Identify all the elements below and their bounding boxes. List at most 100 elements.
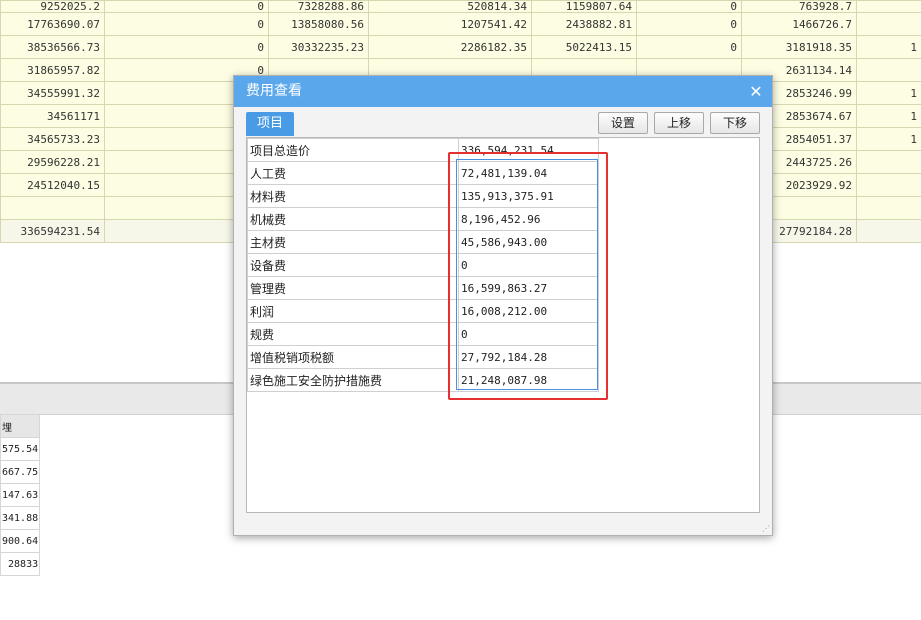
table-cell[interactable]: 9252025.2 [0,0,105,13]
table-cell[interactable]: 34565733.23 [0,127,105,151]
column-header: 埋 [0,414,41,438]
table-cell[interactable]: 2286182.35 [368,35,532,59]
cost-item-name: 材料费 [247,184,459,208]
cost-item-name: 主材费 [247,230,459,254]
table-row: 341.88 [0,506,41,530]
cost-item-name: 利润 [247,299,459,323]
table-cell[interactable]: 38536566.73 [0,35,105,59]
cost-item-name: 设备费 [247,253,459,277]
table-cell[interactable]: 0 [636,35,742,59]
table-cell[interactable]: 0 [636,12,742,36]
table-cell[interactable]: 667.75 [0,460,41,484]
table-cell[interactable]: 341.88 [0,506,41,530]
table-row: 667.75 [0,460,41,484]
table-row: 17763690.07 0 13858080.56 1207541.42 2438882… [0,12,921,36]
table-cell[interactable]: 575.54 [0,437,41,461]
cost-row[interactable]: 增值税销项税额 27,792,184.28 [247,345,599,369]
table-cell[interactable]: 1 [856,35,921,59]
cost-item-value[interactable]: 27,792,184.28 [458,345,599,369]
table-cell[interactable]: 0 [104,35,269,59]
table-cell[interactable]: 34561171 [0,104,105,128]
table-cell[interactable]: 3181918.35 [741,35,857,59]
cost-item-value[interactable]: 45,586,943.00 [458,230,599,254]
cost-item-name: 项目总造价 [247,138,459,162]
cost-item-value[interactable]: 8,196,452.96 [458,207,599,231]
cost-item-name: 规费 [247,322,459,346]
cost-row[interactable]: 利润 16,008,212.00 [247,299,599,323]
cost-item-value[interactable]: 0 [458,322,599,346]
table-cell[interactable] [856,196,921,220]
cost-row[interactable]: 机械费 8,196,452.96 [247,207,599,231]
cost-item-name: 管理费 [247,276,459,300]
table-cell[interactable]: 30332235.23 [268,35,369,59]
table-cell[interactable]: 2438882.81 [531,12,637,36]
dialog-title: 费用查看 [246,83,302,99]
table-cell[interactable] [856,150,921,174]
table-cell[interactable]: 900.64 [0,529,41,553]
table-row: 28833 [0,552,41,576]
table-cell[interactable]: 28833 [0,552,41,576]
cost-item-value[interactable]: 336,594,231.54 [458,138,599,162]
table-cell[interactable]: 34555991.32 [0,81,105,105]
cost-item-name: 机械费 [247,207,459,231]
table-cell[interactable] [0,196,105,220]
cost-view-dialog: 费用查看 ✕ 项目 设置 上移 下移 项目总造价 336,594,231.54 人工… [233,75,773,536]
table-cell[interactable]: 1207541.42 [368,12,532,36]
table-row: 900.64 [0,529,41,553]
move-up-button[interactable]: 上移 [654,112,704,134]
table-cell[interactable]: 520814.34 [368,0,532,13]
cost-row[interactable]: 材料费 135,913,375.91 [247,184,599,208]
table-cell[interactable]: 31865957.82 [0,58,105,82]
settings-button[interactable]: 设置 [598,112,648,134]
table-row: 9252025.2 0 7328288.86 520814.34 1159807.64 0… [0,0,921,13]
cost-row[interactable]: 绿色施工安全防护措施费 21,248,087.98 [247,368,599,392]
table-row: 147.63 [0,483,41,507]
cost-item-name: 绿色施工安全防护措施费 [247,368,459,392]
table-cell[interactable]: 0 [104,0,269,13]
cost-item-value[interactable]: 16,599,863.27 [458,276,599,300]
cost-item-value[interactable]: 0 [458,253,599,277]
table-cell[interactable]: 17763690.07 [0,12,105,36]
cost-item-name: 增值税销项税额 [247,345,459,369]
table-cell[interactable]: 1466726.7 [741,12,857,36]
cost-row[interactable]: 管理费 16,599,863.27 [247,276,599,300]
table-cell[interactable]: 147.63 [0,483,41,507]
table-cell[interactable]: 1 [856,81,921,105]
table-cell[interactable]: 0 [104,12,269,36]
table-cell[interactable] [856,219,921,243]
table-cell[interactable]: 1 [856,127,921,151]
cost-row[interactable]: 项目总造价 336,594,231.54 [247,138,599,162]
table-cell[interactable]: 29596228.21 [0,150,105,174]
cost-row[interactable]: 人工费 72,481,139.04 [247,161,599,185]
dialog-title-bar[interactable]: 费用查看 ✕ [234,76,772,107]
cost-grid: 项目总造价 336,594,231.54 人工费 72,481,139.04 材料费 13… [247,138,599,392]
cost-row[interactable]: 规费 0 [247,322,599,346]
cost-row[interactable]: 主材费 45,586,943.00 [247,230,599,254]
table-cell[interactable]: 1 [856,104,921,128]
cost-row[interactable]: 设备费 0 [247,253,599,277]
table-cell[interactable]: 1159807.64 [531,0,637,13]
move-down-button[interactable]: 下移 [710,112,760,134]
cost-grid-container[interactable]: 项目总造价 336,594,231.54 人工费 72,481,139.04 材料费 13… [246,137,760,513]
table-cell[interactable]: 763928.7 [741,0,857,13]
table-cell[interactable]: 13858080.56 [268,12,369,36]
close-icon[interactable]: ✕ [748,76,764,107]
cost-item-value[interactable]: 72,481,139.04 [458,161,599,185]
table-cell[interactable]: 5022413.15 [531,35,637,59]
cost-item-value[interactable]: 21,248,087.98 [458,368,599,392]
resize-grip-icon[interactable]: ⋰ [762,525,770,533]
table-cell[interactable] [856,12,921,36]
table-cell[interactable] [856,0,921,13]
table-cell[interactable]: 24512040.15 [0,173,105,197]
cost-item-value[interactable]: 16,008,212.00 [458,299,599,323]
cost-item-value[interactable]: 135,913,375.91 [458,184,599,208]
table-row: 575.54 [0,437,41,461]
table-cell[interactable] [856,173,921,197]
table-cell[interactable] [856,58,921,82]
table-cell[interactable]: 336594231.54 [0,219,105,243]
bottom-left-table: 埋 575.54 667.75 147.63 341.88 900.64 28833 [0,414,41,576]
table-row: 38536566.73 0 30332235.23 2286182.35 5022413… [0,35,921,59]
table-cell[interactable]: 7328288.86 [268,0,369,13]
tab-project[interactable]: 项目 [246,112,294,136]
table-cell[interactable]: 0 [636,0,742,13]
